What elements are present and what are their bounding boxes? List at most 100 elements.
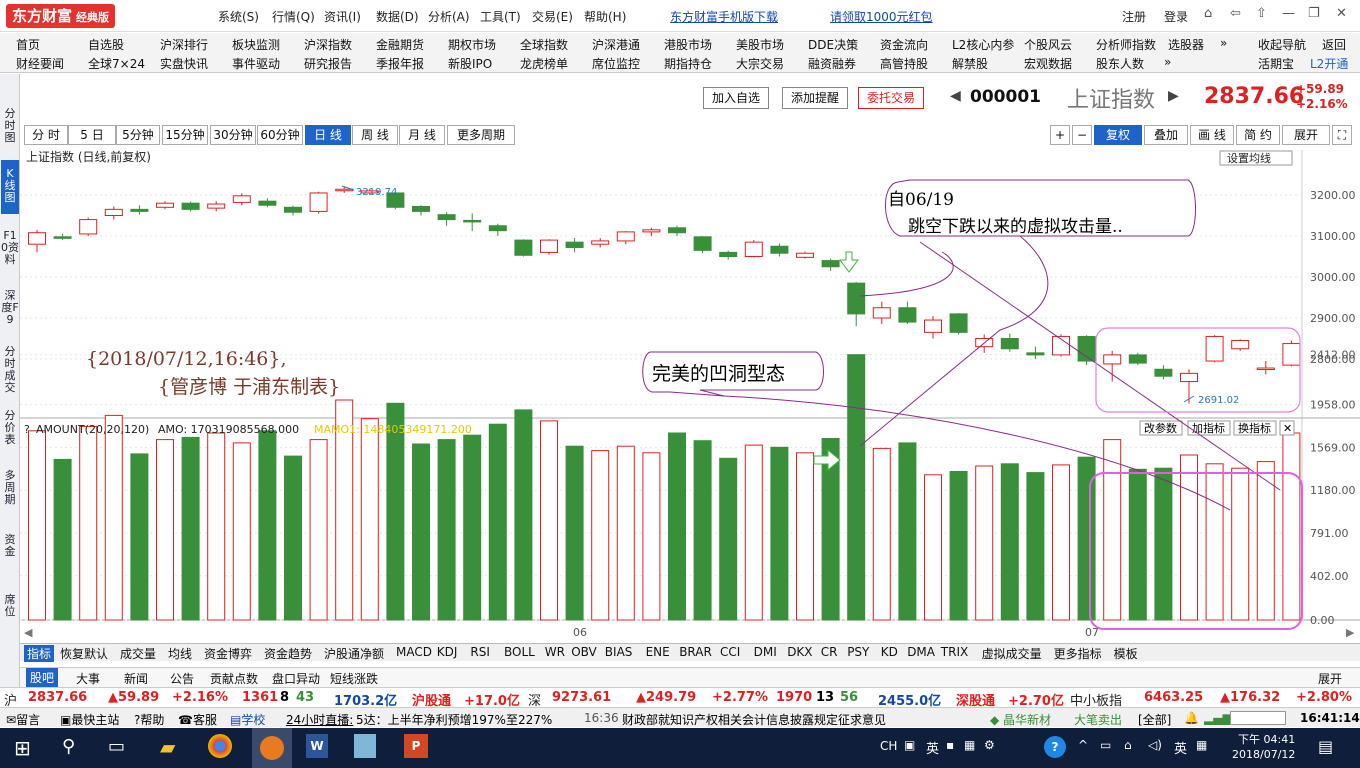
- nav-724[interactable]: 全球7×24: [88, 55, 145, 72]
- scroll-left-icon[interactable]: ◀: [24, 626, 33, 639]
- tab-f9[interactable]: 深度F9: [1, 290, 19, 326]
- indicator-tab[interactable]: 恢复默认: [60, 645, 108, 662]
- tray-ime[interactable]: 英: [1174, 738, 1187, 757]
- indicator-tab[interactable]: TRIX: [941, 645, 968, 659]
- indicator-tab[interactable]: OBV: [571, 645, 597, 659]
- fastest-server-link[interactable]: ▣最快主站: [60, 711, 119, 728]
- nav-sector[interactable]: 板块监测: [232, 36, 280, 53]
- login-link[interactable]: 登录: [1164, 8, 1188, 25]
- zoom-in-button[interactable]: +: [1050, 125, 1070, 145]
- period-monthly[interactable]: 月 线: [399, 125, 445, 145]
- menu-trade[interactable]: 交易(E): [532, 8, 573, 25]
- sh-price[interactable]: 2837.66: [28, 690, 87, 705]
- nav-news[interactable]: 财经要闻: [16, 55, 64, 72]
- nav-huoqibao[interactable]: 活期宝: [1258, 55, 1294, 72]
- sz-price[interactable]: 9273.61: [552, 690, 611, 705]
- register-link[interactable]: 注册: [1122, 8, 1146, 25]
- nav-stock[interactable]: 个股风云: [1024, 36, 1072, 53]
- tray-keyboard-icon[interactable]: ▦: [1196, 738, 1207, 752]
- nav-global[interactable]: 全球指数: [520, 36, 568, 53]
- tab-price-table[interactable]: 分价表: [1, 410, 19, 446]
- period-weekly[interactable]: 周 线: [352, 125, 398, 145]
- period-15min[interactable]: 15分钟: [162, 125, 208, 145]
- tray-app-icon[interactable]: ▭: [1100, 738, 1111, 752]
- nav-flow[interactable]: 资金流向: [880, 36, 928, 53]
- nav-options[interactable]: 期权市场: [448, 36, 496, 53]
- nav-collapse[interactable]: 收起导航: [1258, 36, 1306, 53]
- indicator-tab[interactable]: CCI: [720, 645, 740, 659]
- message-link[interactable]: ✉留言: [6, 711, 40, 728]
- ime-ch[interactable]: CH: [880, 739, 897, 753]
- headline-1[interactable]: 5达：上半年净利预增197%至227%: [356, 711, 552, 728]
- headline-2[interactable]: 财政部就知识产权相关会计信息披露规定征求意见: [622, 711, 886, 728]
- nav-return[interactable]: 返回: [1322, 36, 1346, 53]
- period-more[interactable]: 更多周期: [447, 125, 515, 145]
- nav-position[interactable]: 期指持仓: [664, 55, 712, 72]
- tab-multiperiod[interactable]: 多周期: [1, 470, 19, 506]
- tab-seats[interactable]: 席位: [1, 594, 19, 618]
- tab-shortterm[interactable]: 短线涨跌: [330, 670, 378, 687]
- tray-expand-icon[interactable]: ^: [1078, 738, 1088, 752]
- nav-flash[interactable]: 实盘快讯: [160, 55, 208, 72]
- indicator-tab[interactable]: DKX: [787, 645, 812, 659]
- nav-hk[interactable]: 港股市场: [664, 36, 712, 53]
- indicator-tab[interactable]: 虚拟成交量: [982, 645, 1042, 662]
- nav-ranking[interactable]: 沪深排行: [160, 36, 208, 53]
- nav-watchlist[interactable]: 自选股: [88, 36, 124, 53]
- nav-l2[interactable]: L2核心内参: [952, 36, 1014, 53]
- indicator-tab[interactable]: 均线: [168, 645, 192, 662]
- nav-screener[interactable]: 选股器: [1168, 36, 1204, 53]
- indicator-tab[interactable]: 资金趋势: [264, 645, 312, 662]
- restore-icon[interactable]: ❐: [1308, 6, 1320, 21]
- nav-unlock[interactable]: 解禁股: [952, 55, 988, 72]
- nav-margin[interactable]: 融资融券: [808, 55, 856, 72]
- tab-kline[interactable]: K线图: [1, 160, 19, 214]
- nav-block[interactable]: 大宗交易: [736, 55, 784, 72]
- alert-stock[interactable]: ◆ 晶华新材: [990, 711, 1051, 728]
- add-watchlist-button[interactable]: 加入自选: [703, 87, 770, 109]
- ime-tool-icon[interactable]: ▣: [904, 738, 915, 752]
- close-pane-icon[interactable]: ✕: [1279, 420, 1295, 436]
- kline-chart[interactable]: 上证指数 (日线,前复权) 设置均线 3200.00 3100.00 3000.00…: [20, 150, 1360, 640]
- school-link[interactable]: ▤学校: [230, 711, 265, 728]
- word-icon[interactable]: W: [306, 734, 328, 758]
- indicator-tab[interactable]: MACD: [396, 645, 432, 659]
- ma-setting-button[interactable]: 设置均线: [1219, 150, 1293, 166]
- menu-tools[interactable]: 工具(T): [480, 8, 521, 25]
- network-icon[interactable]: ⌂: [1124, 738, 1132, 752]
- indicator-tab[interactable]: 成交量: [120, 645, 156, 662]
- scroll-right-icon[interactable]: ▶: [1346, 626, 1355, 639]
- nav-holders[interactable]: 股东人数: [1096, 55, 1144, 72]
- indicator-tab[interactable]: KDJ: [437, 645, 458, 659]
- nav-index[interactable]: 沪深指数: [304, 36, 352, 53]
- indicator-tab[interactable]: PSY: [847, 645, 869, 659]
- nav-connect[interactable]: 沪深港通: [592, 36, 640, 53]
- ime-grid-icon[interactable]: ▦: [964, 738, 975, 752]
- ime-settings-icon[interactable]: ⚙: [984, 738, 995, 752]
- indicator-tab[interactable]: BRAR: [679, 645, 712, 659]
- indicator-tab[interactable]: KD: [881, 645, 898, 659]
- search-icon[interactable]: ⚲: [62, 736, 75, 757]
- indicator-tab[interactable]: RSI: [470, 645, 490, 659]
- expand-button[interactable]: 展开: [1282, 125, 1330, 145]
- nav-macro[interactable]: 宏观数据: [1024, 55, 1072, 72]
- nav-dragon[interactable]: 龙虎榜单: [520, 55, 568, 72]
- indicator-tab[interactable]: 沪股通净额: [324, 645, 384, 662]
- tab-funds[interactable]: 资金: [1, 534, 19, 558]
- nav-reports[interactable]: 季报年报: [376, 55, 424, 72]
- ime-mode-icon[interactable]: ▪: [946, 738, 954, 752]
- indicator-tab[interactable]: BOLL: [504, 645, 535, 659]
- period-5min[interactable]: 5分钟: [116, 125, 160, 145]
- period-daily[interactable]: 日 线: [305, 125, 351, 145]
- nav-home[interactable]: 首页: [16, 36, 40, 53]
- indicator-tab[interactable]: DMA: [907, 645, 935, 659]
- next-symbol-icon[interactable]: ▶: [1168, 88, 1179, 104]
- notes-icon[interactable]: [354, 734, 376, 758]
- powerpoint-icon[interactable]: P: [404, 734, 428, 758]
- bell-icon[interactable]: 🔔: [1184, 711, 1199, 725]
- close-icon[interactable]: ✕: [1336, 6, 1347, 21]
- volume-icon[interactable]: ◁): [1148, 738, 1162, 752]
- period-60min[interactable]: 60分钟: [257, 125, 303, 145]
- home-icon[interactable]: ⌂: [1204, 6, 1212, 21]
- change-param-button[interactable]: 改参数: [1139, 420, 1183, 436]
